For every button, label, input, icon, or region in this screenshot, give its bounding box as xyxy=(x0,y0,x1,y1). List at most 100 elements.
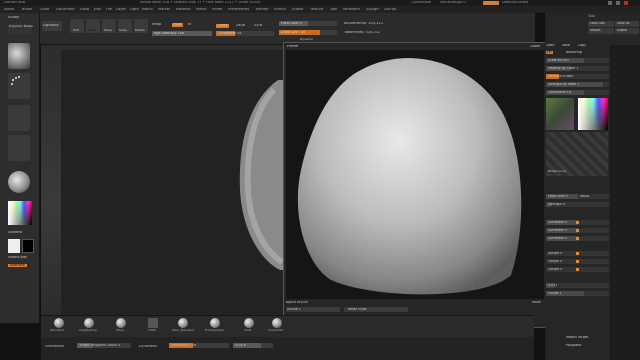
z-angle-slider[interactable]: ZAngle 0 xyxy=(546,267,609,272)
y-angle-slider[interactable]: YAngle 0 xyxy=(546,259,609,264)
draw-button[interactable]: Draw xyxy=(86,19,100,33)
export-button[interactable]: Export xyxy=(615,28,639,34)
rotate-button[interactable]: Rotate xyxy=(134,19,148,33)
scale-button[interactable]: Scale xyxy=(118,19,132,33)
zremesher-button[interactable]: ZRemesher xyxy=(45,345,64,348)
main-color-swatch[interactable] xyxy=(8,239,20,253)
brush-trimdynamic-icon[interactable] xyxy=(210,318,220,328)
menu-item-file[interactable]: File xyxy=(106,8,112,12)
noise-curve-editor[interactable]: Noise Curve xyxy=(546,132,608,176)
menu-item-material[interactable]: Material xyxy=(176,8,191,12)
focal-shift-slider[interactable]: Focal Shift 0 xyxy=(279,21,337,26)
offset-x-slider[interactable]: 3DOffsetX 0 xyxy=(546,220,609,225)
rgb-intensity-slider[interactable]: Rgb Intensity 100 xyxy=(152,31,212,36)
target-polygons-slider[interactable]: Target Polygons Count 5 xyxy=(77,343,131,348)
menu-item-macro[interactable]: Macro xyxy=(142,8,153,12)
menu-item-render[interactable]: Render xyxy=(256,8,269,12)
dynamic-toggle[interactable]: Dynamic xyxy=(300,38,313,41)
magnify-slider[interactable]: Magnify By Scale 1 xyxy=(546,66,609,71)
menu-item-zplugin[interactable]: Zplugin xyxy=(366,8,380,12)
gradient-label[interactable]: Gradient xyxy=(8,231,22,234)
offset-z-slider[interactable]: 2DOffsetZ 0 xyxy=(546,236,609,241)
brush-standard-icon[interactable] xyxy=(54,318,64,328)
offset-button[interactable]: Offset xyxy=(580,195,589,198)
draw-size-slider[interactable]: Draw Size 718 xyxy=(279,30,337,35)
x-angle-slider[interactable]: XAngle 0 xyxy=(546,251,609,256)
menu-item-stroke[interactable]: Stroke xyxy=(292,8,303,12)
material-thumbnail[interactable] xyxy=(8,171,30,193)
lightbox-button[interactable]: LightBox xyxy=(42,21,62,31)
menu-item-color[interactable]: Color xyxy=(40,8,49,12)
minimize-icon[interactable] xyxy=(608,1,612,5)
brush-inflat-icon[interactable] xyxy=(148,318,158,328)
secondary-color-swatch[interactable] xyxy=(22,239,34,253)
noise-color-swatch[interactable] xyxy=(546,98,574,130)
menu-item-transform[interactable]: Transform xyxy=(342,8,360,12)
switch-color-label[interactable]: SwitchColor xyxy=(8,256,27,259)
save-button[interactable]: Save xyxy=(562,44,570,47)
scale-slider[interactable]: Scale 69.293 xyxy=(546,58,609,63)
strength-slider[interactable]: Strength 0.0867 xyxy=(546,74,609,79)
zoom-button[interactable]: Zoom xyxy=(530,45,540,49)
dynamesh-button[interactable]: DynaMesh xyxy=(139,345,157,348)
xscale-field[interactable]: XScale 1 xyxy=(286,307,340,312)
menus-button[interactable]: Menus xyxy=(483,1,499,5)
edit-button[interactable]: Edit xyxy=(70,19,84,33)
menu-item-brush[interactable]: Brush xyxy=(22,8,32,12)
m-toggle[interactable]: M xyxy=(188,23,191,27)
noise-color-picker[interactable] xyxy=(578,98,608,130)
load-tool-button[interactable]: Load Tool xyxy=(588,21,614,27)
menu-item-stencil[interactable]: Stencil xyxy=(274,8,286,12)
menu-item-texture[interactable]: Texture xyxy=(310,8,323,12)
rgb-toggle[interactable]: Rgb xyxy=(172,23,184,27)
stroke-thumbnail[interactable] xyxy=(8,73,30,99)
morph-target-button[interactable]: Morph Target xyxy=(566,336,588,339)
strength-by-mask-slider[interactable]: Strength By Mask 1 xyxy=(546,82,609,87)
scale-a-slider[interactable]: 0.031 xyxy=(546,283,609,288)
reset-scale-button[interactable]: Reset Scale xyxy=(344,307,408,312)
mrgb-toggle[interactable]: Mrgb xyxy=(152,23,161,27)
brush-slide-icon[interactable] xyxy=(244,318,254,328)
default-zscript-button[interactable]: DefaultZScript xyxy=(502,1,528,5)
menu-item-document[interactable]: Document xyxy=(56,8,75,12)
background-rock-sculpt[interactable] xyxy=(230,80,290,270)
menu-item-movie[interactable]: Movie xyxy=(196,8,207,12)
move-handle[interactable]: Move xyxy=(532,301,541,304)
menu-item-light[interactable]: Light xyxy=(130,8,139,12)
offset-y-slider[interactable]: 3DOffsetY 0 xyxy=(546,228,609,233)
brush-move-icon[interactable] xyxy=(116,318,126,328)
brush-hpolish-icon[interactable] xyxy=(178,318,188,328)
resolution-slider[interactable]: Resolution 128 xyxy=(169,343,229,348)
menu-item-draw[interactable]: Draw xyxy=(80,8,89,12)
brush-thumbnail[interactable] xyxy=(8,43,30,69)
sdiv-slider[interactable]: SDiv 6 xyxy=(233,343,273,348)
z-intensity-slider[interactable]: Z Intensity 32 xyxy=(216,31,274,36)
menu-item-alpha[interactable]: Alpha xyxy=(4,8,14,12)
move-button[interactable]: Move xyxy=(102,19,116,33)
brush-innerorbit-icon[interactable] xyxy=(272,318,282,328)
alternate-button[interactable]: Alternate xyxy=(8,264,27,268)
open-button[interactable]: Open xyxy=(546,44,555,47)
import-button[interactable]: Import xyxy=(588,28,614,34)
menu-item-marker[interactable]: Marker xyxy=(158,8,170,12)
menu-item-layer[interactable]: Layer xyxy=(116,8,126,12)
alpha-toggle[interactable]: Alpha On/Off xyxy=(286,301,308,304)
color-picker[interactable] xyxy=(8,201,32,225)
copy-button[interactable]: Copy xyxy=(578,44,586,47)
polypaint-button[interactable]: Polypaint xyxy=(566,344,582,347)
save-as-button[interactable]: Save As xyxy=(615,21,639,27)
texture-thumbnail[interactable] xyxy=(8,135,30,161)
alpha-thumbnail[interactable] xyxy=(8,105,30,131)
menu-item-preferences[interactable]: Preferences xyxy=(228,8,249,12)
color-blend-slider[interactable]: ColorBlend 0.6 xyxy=(546,90,609,95)
zadd-toggle[interactable]: Zadd xyxy=(216,24,230,28)
strength2-slider[interactable]: Strength 0 xyxy=(546,202,609,207)
focal-shift-rp-slider[interactable]: Focal Shift 0 xyxy=(546,194,609,199)
y-scale-slider[interactable]: YScale 1 xyxy=(546,291,609,296)
menu-item-zscript[interactable]: Zscript xyxy=(384,8,396,12)
menu-item-tool[interactable]: Tool xyxy=(330,8,337,12)
projection-master-button[interactable]: Projection Master xyxy=(8,24,33,34)
tool-label[interactable]: Tool xyxy=(588,14,595,18)
zcut-toggle[interactable]: Zcut xyxy=(254,24,262,28)
menu-item-edit[interactable]: Edit xyxy=(94,8,101,12)
